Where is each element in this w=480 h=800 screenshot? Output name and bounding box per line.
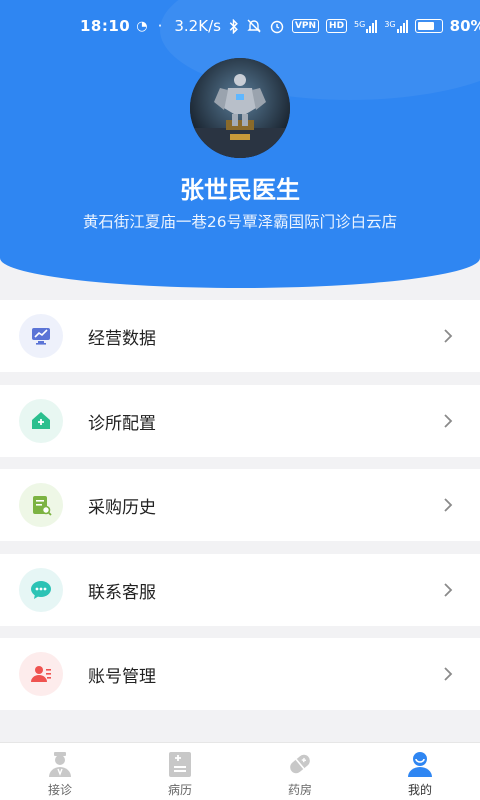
alarm-icon	[270, 20, 284, 34]
menu-label-clinic-config: 诊所配置	[88, 413, 156, 434]
battery-fill	[417, 22, 434, 30]
tab-label-mine: 我的	[407, 783, 432, 797]
menu-item-business-data[interactable]: 经营数据	[0, 300, 480, 372]
pill-icon	[290, 754, 310, 774]
chevron-right-icon	[444, 329, 453, 343]
battery-icon	[414, 19, 443, 33]
record-icon	[169, 752, 191, 777]
battery-percent: 80%	[449, 17, 480, 35]
chevron-right-icon	[444, 583, 453, 597]
chevron-right-icon	[444, 414, 453, 428]
purchase-doc-icon	[19, 483, 63, 527]
tab-label-records: 病历	[167, 783, 192, 797]
profile-icon	[408, 752, 432, 777]
chart-monitor-icon	[19, 314, 63, 358]
menu-label-account-management: 账号管理	[88, 666, 156, 687]
robot-avatar-image	[190, 58, 290, 158]
clinic-home-icon	[19, 399, 63, 443]
avatar[interactable]	[190, 58, 290, 158]
status-time: 18:10	[80, 17, 131, 35]
tab-records[interactable]: 病历	[120, 743, 240, 800]
bluetooth-icon	[229, 18, 238, 34]
tab-reception[interactable]: 接诊	[0, 743, 120, 800]
clinic-address: 黄石街江夏庙一巷26号覃泽霸国际门诊白云店	[82, 213, 398, 231]
menu-label-business-data: 经营数据	[88, 328, 156, 349]
tab-label-pharmacy: 药房	[287, 783, 312, 797]
hd-badge: HD	[326, 19, 348, 33]
menu-label-purchase-history: 采购历史	[88, 497, 156, 518]
chevron-right-icon	[444, 667, 453, 681]
tab-mine[interactable]: 我的	[360, 743, 480, 800]
account-user-icon	[19, 652, 63, 696]
chat-bubble-icon	[19, 568, 63, 612]
bottom-tab-bar: 接诊 病历 药房 我的	[0, 742, 480, 800]
signal-5g: 5G	[354, 19, 378, 33]
tab-pharmacy[interactable]: 药房	[240, 743, 360, 800]
mute-bell-icon	[247, 19, 261, 33]
vpn-badge: VPN	[291, 19, 320, 33]
status-dot: ·	[157, 17, 163, 35]
signal-3g: 3G	[384, 19, 408, 33]
doctor-name: 张世民医生	[180, 176, 300, 204]
network-speed: 3.2K/s	[174, 17, 221, 35]
menu-label-customer-service: 联系客服	[88, 582, 156, 603]
menu-item-account-management[interactable]: 账号管理	[0, 638, 480, 710]
menu-item-customer-service[interactable]: 联系客服	[0, 554, 480, 626]
chevron-right-icon	[444, 498, 453, 512]
menu-item-clinic-config[interactable]: 诊所配置	[0, 385, 480, 457]
status-bar: 18:10 ◔ · 3.2K/s VPN HD 5G 3G 80%	[0, 0, 480, 52]
tab-label-reception: 接诊	[47, 783, 72, 797]
menu-item-purchase-history[interactable]: 采购历史	[0, 469, 480, 541]
sync-icon: ◔	[136, 18, 148, 34]
doctor-icon	[49, 752, 71, 777]
